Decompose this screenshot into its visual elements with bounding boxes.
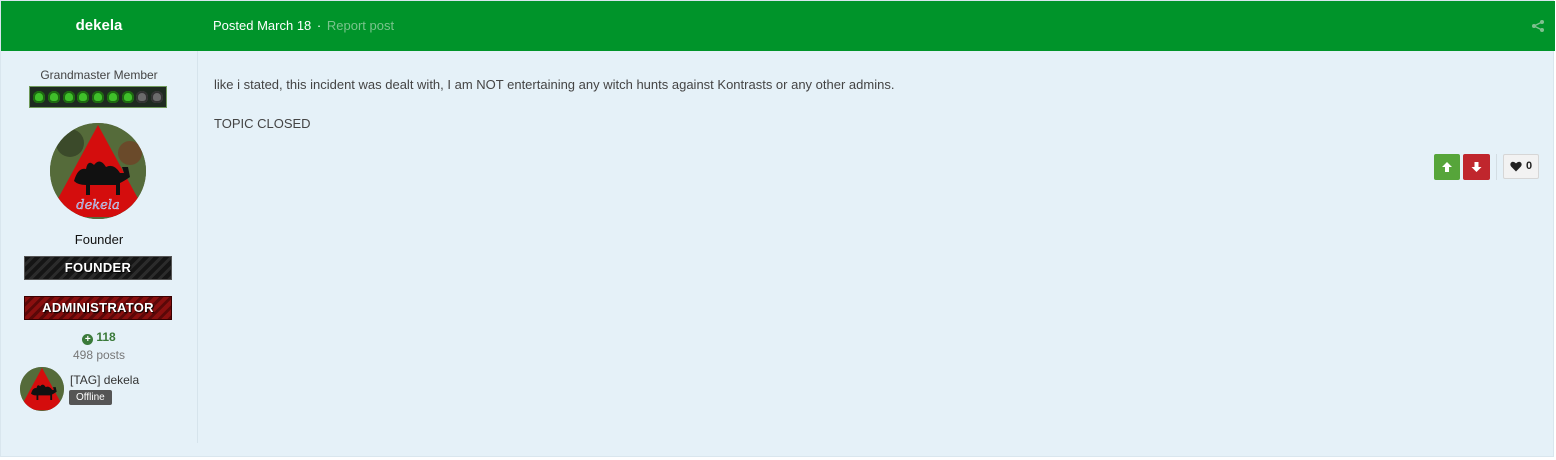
arrow-up-icon <box>1442 162 1452 172</box>
member-role: Founder <box>74 232 124 247</box>
post-date[interactable]: Posted March 18 <box>213 18 311 33</box>
clan-avatar[interactable] <box>20 367 64 411</box>
rank-skull-icon <box>136 91 149 103</box>
heart-icon <box>1510 161 1522 172</box>
founder-badge: FOUNDER <box>24 256 172 280</box>
post-header: dekela Posted March 18 · Report post <box>1 1 1555 51</box>
share-icon[interactable] <box>1531 19 1545 33</box>
clan-tag-name[interactable]: [TAG] dekela <box>70 373 139 387</box>
rank-skull-icon <box>77 91 90 103</box>
author-name-link[interactable]: dekela <box>1 1 197 51</box>
post-paragraph: like i stated, this incident was dealt w… <box>214 77 895 92</box>
administrator-badge: ADMINISTRATOR <box>24 296 172 320</box>
downvote-button[interactable] <box>1463 154 1490 180</box>
reputation-count: 118 <box>96 330 116 344</box>
author-sidebar: Grandmaster Member dekela Founder FOUNDE… <box>1 51 198 443</box>
author-avatar[interactable]: dekela <box>50 123 146 219</box>
rank-skull-icon <box>62 91 75 103</box>
plus-circle-icon: + <box>82 334 94 345</box>
report-post-link[interactable]: Report post <box>327 18 394 33</box>
member-group-title: Grandmaster Member <box>40 68 158 82</box>
rank-skull-icon <box>47 91 60 103</box>
rank-image <box>29 86 167 108</box>
rank-skull-icon <box>92 91 104 103</box>
like-button[interactable]: 0 <box>1503 154 1539 179</box>
rank-skull-icon <box>121 91 134 103</box>
post-content: like i stated, this incident was dealt w… <box>214 75 894 134</box>
post-meta: Posted March 18 · Report post <box>213 1 394 51</box>
like-count: 0 <box>1526 160 1533 172</box>
reputation: +118 <box>1 330 197 345</box>
action-divider <box>1496 154 1497 180</box>
rank-skull-icon <box>151 91 163 103</box>
post-paragraph: TOPIC CLOSED <box>214 116 311 131</box>
online-status-badge: Offline <box>69 390 112 405</box>
rank-skull-icon <box>33 91 45 103</box>
rank-skull-icon <box>106 91 119 103</box>
arrow-down-icon <box>1471 162 1482 172</box>
upvote-button[interactable] <box>1434 154 1460 180</box>
avatar-caption: dekela <box>76 198 120 213</box>
forum-post: dekela Posted March 18 · Report post Gra… <box>0 0 1555 457</box>
post-count: 498 posts <box>72 348 126 362</box>
meta-separator: · <box>316 18 322 33</box>
